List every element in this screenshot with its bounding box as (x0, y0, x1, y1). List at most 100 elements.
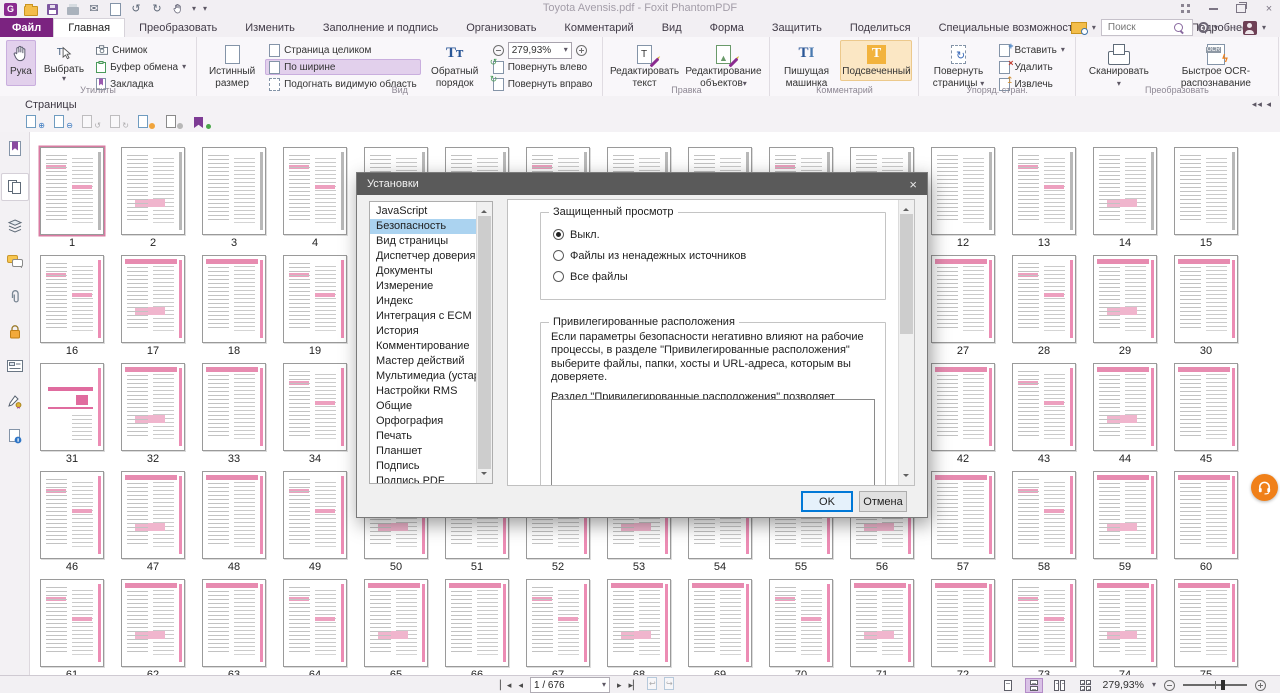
zoom-level-combobox[interactable]: 279,93%▾ (508, 42, 572, 59)
page-thumbnail[interactable]: 29 (1093, 255, 1157, 357)
page-thumbnail[interactable]: 32 (121, 363, 185, 465)
search-folder-icon[interactable] (1071, 22, 1087, 34)
fit-width-button[interactable]: По ширине (265, 59, 421, 75)
zoom-out-button[interactable] (1164, 680, 1175, 691)
signatures-panel-icon[interactable] (2, 391, 28, 411)
mark-page-icon[interactable] (194, 113, 209, 128)
previous-page-button[interactable]: ◂ (518, 680, 523, 691)
zoom-out-icon[interactable] (493, 45, 504, 56)
back-chevron-icon[interactable]: ◃ (1223, 22, 1228, 33)
highlight-button[interactable]: T Подсвеченный (840, 40, 912, 81)
forward-chevron-icon[interactable]: ▹ (1233, 22, 1238, 33)
page-preview[interactable] (1012, 363, 1076, 451)
page-thumbnail[interactable]: 17 (121, 255, 185, 357)
dialog-close-icon[interactable]: × (905, 173, 921, 195)
category-item[interactable]: Орфография (370, 414, 476, 429)
reduce-thumbnails-icon[interactable]: ⊖ (54, 113, 69, 128)
first-page-button[interactable]: ▏◂ (500, 680, 511, 691)
page-thumbnail[interactable]: 59 (1093, 471, 1157, 573)
page-thumbnail[interactable]: 34 (283, 363, 347, 465)
page-preview[interactable] (40, 363, 104, 451)
clipboard-button[interactable]: Буфер обмена▾ (92, 59, 190, 75)
category-item[interactable]: История (370, 324, 476, 339)
support-button[interactable] (1251, 474, 1278, 501)
page-thumbnail[interactable]: 61 (40, 579, 104, 675)
page-preview[interactable] (283, 579, 347, 667)
page-thumbnail[interactable]: 15 (1174, 147, 1238, 249)
page-preview[interactable] (1093, 255, 1157, 343)
page-preview[interactable] (931, 579, 995, 667)
category-item[interactable]: Индекс (370, 294, 476, 309)
single-page-view-icon[interactable] (999, 678, 1017, 693)
page-preview[interactable] (364, 579, 428, 667)
tab-8[interactable]: Форма (696, 18, 758, 37)
protected-view-option[interactable]: Выкл. (553, 227, 746, 242)
pages-panel-icon[interactable] (1, 173, 29, 201)
protected-view-option[interactable]: Все файлы (553, 269, 746, 284)
page-thumbnail[interactable]: 64 (283, 579, 347, 675)
facing-view-icon[interactable] (1051, 678, 1069, 693)
page-preview[interactable] (769, 579, 833, 667)
zoom-in-icon[interactable] (576, 45, 587, 56)
page-thumbnail[interactable]: 45 (1174, 363, 1238, 465)
hand-tool-quick-icon[interactable] (171, 3, 185, 16)
page-thumbnail[interactable]: 43 (1012, 363, 1076, 465)
open-file-icon[interactable] (24, 3, 38, 16)
account-avatar[interactable] (1243, 21, 1257, 35)
zoom-slider-thumb[interactable] (1221, 680, 1225, 690)
next-view-button[interactable]: ↪ (664, 677, 674, 693)
continuous-facing-view-icon[interactable] (1077, 678, 1095, 693)
minimize-icon[interactable] (1206, 3, 1220, 15)
page-thumbnail[interactable]: 60 (1174, 471, 1238, 573)
category-list-scrollbar[interactable] (476, 202, 492, 483)
redo-icon[interactable]: ↻ (150, 3, 164, 16)
page-thumbnail[interactable]: 30 (1174, 255, 1238, 357)
page-preview[interactable] (121, 363, 185, 451)
fields-panel-icon[interactable] (2, 356, 28, 376)
page-preview[interactable] (40, 255, 104, 343)
hand-tool-button[interactable]: Рука (6, 40, 36, 86)
mail-icon[interactable]: ✉ (87, 3, 101, 16)
category-item[interactable]: Планшет (370, 444, 476, 459)
page-thumbnail[interactable]: 13 (1012, 147, 1076, 249)
category-item[interactable]: Подпись (370, 459, 476, 474)
page-thumbnail[interactable]: 3 (202, 147, 266, 249)
radio-icon[interactable] (553, 271, 564, 282)
rotate-page-left-icon[interactable]: ↺ (82, 113, 97, 128)
page-preview[interactable] (931, 363, 995, 451)
category-item[interactable]: Диспетчер доверия (370, 249, 476, 264)
category-item[interactable]: Измерение (370, 279, 476, 294)
page-preview[interactable] (283, 363, 347, 451)
zoom-dropdown[interactable]: ▾ (1152, 681, 1156, 689)
page-thumbnail[interactable]: 62 (121, 579, 185, 675)
tab-5[interactable]: Организовать (452, 18, 550, 37)
page-thumbnail[interactable]: 19 (283, 255, 347, 357)
layout-toggle-icon[interactable] (1178, 3, 1192, 15)
page-number-field[interactable]: 1 / 676▾ (530, 677, 610, 693)
page-thumbnail[interactable]: 46 (40, 471, 104, 573)
page-preview[interactable] (607, 579, 671, 667)
page-preview[interactable] (283, 471, 347, 559)
page-preview[interactable] (202, 471, 266, 559)
page-thumbnail[interactable]: 74 (1093, 579, 1157, 675)
category-item[interactable]: Мастер действий (370, 354, 476, 369)
page-info-panel-icon[interactable] (2, 426, 28, 446)
zoom-percentage[interactable]: 279,93% (1103, 679, 1144, 691)
page-thumbnail[interactable]: 63 (202, 579, 266, 675)
page-preview[interactable] (121, 471, 185, 559)
page-thumbnail[interactable]: 47 (121, 471, 185, 573)
page-thumbnail[interactable]: 12 (931, 147, 995, 249)
page-preview[interactable] (121, 147, 185, 235)
dialog-title-bar[interactable]: Установки (357, 173, 927, 195)
page-thumbnail[interactable]: 42 (931, 363, 995, 465)
tab-6[interactable]: Комментарий (550, 18, 647, 37)
page-preview[interactable] (688, 579, 752, 667)
edit-document-icon[interactable] (108, 3, 122, 16)
next-page-button[interactable]: ▸ (617, 680, 622, 691)
customize-qat-dropdown[interactable]: ▾ (203, 5, 207, 13)
page-preview[interactable] (121, 579, 185, 667)
gear-icon[interactable] (1198, 22, 1209, 33)
tab-10[interactable]: Поделиться (836, 18, 925, 37)
rotate-left-button[interactable]: ↺Повернуть влево (489, 59, 597, 75)
page-preview[interactable] (1174, 255, 1238, 343)
